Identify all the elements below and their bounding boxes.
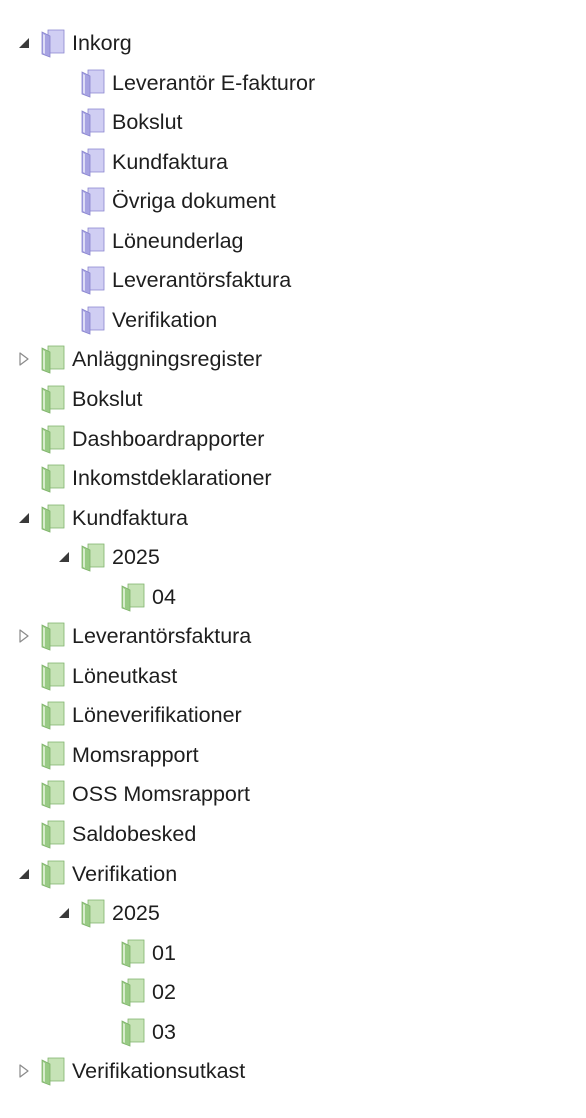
folder-tree: Inkorg Leverantör E-fakturor Bokslut Kundfa… — [0, 0, 586, 1118]
folder-icon — [78, 68, 108, 98]
tree-node-verifikationsutkast[interactable]: Verifikationsutkast — [0, 1052, 560, 1088]
folder-icon — [78, 265, 108, 295]
tree-node-label[interactable]: Verifikationsutkast — [72, 1058, 245, 1084]
expanded-triangle-icon[interactable] — [56, 905, 72, 921]
folder-icon — [118, 938, 148, 968]
tree-node-verifikation[interactable]: Verifikation — [0, 855, 560, 891]
tree-node-verifikation-2025[interactable]: 2025 — [0, 894, 560, 930]
folder-icon — [78, 898, 108, 928]
tree-node-inkorg-kundfaktura[interactable]: Kundfaktura — [0, 143, 560, 179]
tree-node-loneutkast[interactable]: Löneutkast — [0, 657, 560, 693]
tree-node-label[interactable]: Inkorg — [72, 30, 132, 56]
tree-node-label[interactable]: Verifikation — [72, 861, 177, 887]
folder-icon — [78, 305, 108, 335]
tree-node-label[interactable]: Övriga dokument — [112, 188, 276, 214]
collapsed-triangle-icon[interactable] — [16, 1063, 32, 1079]
tree-node-kundfaktura-2025[interactable]: 2025 — [0, 538, 560, 574]
folder-icon — [38, 1056, 68, 1086]
tree-node-label[interactable]: Bokslut — [112, 109, 183, 135]
tree-node-saldobesked[interactable]: Saldobesked — [0, 815, 560, 851]
folder-icon — [38, 819, 68, 849]
tree-node-label[interactable]: Kundfaktura — [112, 149, 228, 175]
tree-node-anlaggningsregister[interactable]: Anläggningsregister — [0, 340, 560, 376]
folder-icon — [78, 186, 108, 216]
collapsed-triangle-icon[interactable] — [16, 351, 32, 367]
tree-node-inkorg-loneunderlag[interactable]: Löneunderlag — [0, 222, 560, 258]
tree-node-label[interactable]: Inkomstdeklarationer — [72, 465, 272, 491]
tree-node-label[interactable]: 04 — [152, 584, 176, 610]
folder-icon — [38, 28, 68, 58]
folder-icon — [38, 344, 68, 374]
tree-node-label[interactable]: Leverantörsfaktura — [112, 267, 291, 293]
tree-node-label[interactable]: Löneutkast — [72, 663, 177, 689]
tree-node-loneverifikationer[interactable]: Löneverifikationer — [0, 696, 560, 732]
tree-node-label[interactable]: 2025 — [112, 900, 160, 926]
folder-icon — [38, 621, 68, 651]
tree-node-inkomstdeklarationer[interactable]: Inkomstdeklarationer — [0, 459, 560, 495]
tree-node-label[interactable]: Saldobesked — [72, 821, 196, 847]
tree-node-label[interactable]: Momsrapport — [72, 742, 199, 768]
collapsed-triangle-icon[interactable] — [16, 628, 32, 644]
folder-icon — [78, 147, 108, 177]
folder-icon — [38, 859, 68, 889]
tree-node-inkorg-ovriga-dokument[interactable]: Övriga dokument — [0, 182, 560, 218]
tree-node-dashboardrapporter[interactable]: Dashboardrapporter — [0, 420, 560, 456]
folder-icon — [78, 226, 108, 256]
folder-icon — [38, 384, 68, 414]
expanded-triangle-icon[interactable] — [56, 549, 72, 565]
tree-node-label[interactable]: Kundfaktura — [72, 505, 188, 531]
folder-icon — [38, 503, 68, 533]
folder-icon — [118, 582, 148, 612]
expanded-triangle-icon[interactable] — [16, 866, 32, 882]
folder-icon — [78, 542, 108, 572]
tree-node-leverantorsfaktura[interactable]: Leverantörsfaktura — [0, 617, 560, 653]
folder-icon — [38, 700, 68, 730]
tree-node-label[interactable]: 2025 — [112, 544, 160, 570]
expanded-triangle-icon[interactable] — [16, 35, 32, 51]
tree-node-label[interactable]: Verifikation — [112, 307, 217, 333]
tree-node-inkorg-leverantor-e-fakturor[interactable]: Leverantör E-fakturor — [0, 64, 560, 100]
expanded-triangle-icon[interactable] — [16, 510, 32, 526]
tree-node-inkorg-bokslut[interactable]: Bokslut — [0, 103, 560, 139]
folder-icon — [38, 424, 68, 454]
tree-node-bokslut[interactable]: Bokslut — [0, 380, 560, 416]
tree-node-label[interactable]: 02 — [152, 979, 176, 1005]
tree-node-kundfaktura[interactable]: Kundfaktura — [0, 499, 560, 535]
folder-icon — [78, 107, 108, 137]
tree-node-label[interactable]: Dashboardrapporter — [72, 426, 264, 452]
tree-node-label[interactable]: 03 — [152, 1019, 176, 1045]
tree-node-verifikation-2025-01[interactable]: 01 — [0, 934, 560, 970]
folder-icon — [38, 740, 68, 770]
tree-node-verifikation-2025-03[interactable]: 03 — [0, 1013, 560, 1049]
folder-icon — [118, 977, 148, 1007]
tree-node-inkorg-verifikation[interactable]: Verifikation — [0, 301, 560, 337]
tree-node-label[interactable]: Löneverifikationer — [72, 702, 242, 728]
tree-node-oss-momsrapport[interactable]: OSS Momsrapport — [0, 775, 560, 811]
tree-node-label[interactable]: Leverantör E-fakturor — [112, 70, 315, 96]
tree-node-inkorg[interactable]: Inkorg — [0, 24, 560, 60]
tree-node-label[interactable]: Bokslut — [72, 386, 143, 412]
folder-icon — [38, 463, 68, 493]
tree-node-momsrapport[interactable]: Momsrapport — [0, 736, 560, 772]
folder-icon — [118, 1017, 148, 1047]
folder-icon — [38, 661, 68, 691]
tree-node-verifikation-2025-02[interactable]: 02 — [0, 973, 560, 1009]
tree-node-inkorg-leverantorsfaktura[interactable]: Leverantörsfaktura — [0, 261, 560, 297]
folder-icon — [38, 779, 68, 810]
tree-node-label[interactable]: Anläggningsregister — [72, 346, 262, 372]
tree-node-label[interactable]: OSS Momsrapport — [72, 781, 250, 807]
tree-node-label[interactable]: 01 — [152, 940, 176, 966]
tree-node-label[interactable]: Leverantörsfaktura — [72, 623, 251, 649]
tree-node-kundfaktura-2025-04[interactable]: 04 — [0, 578, 560, 614]
tree-node-label[interactable]: Löneunderlag — [112, 228, 244, 254]
